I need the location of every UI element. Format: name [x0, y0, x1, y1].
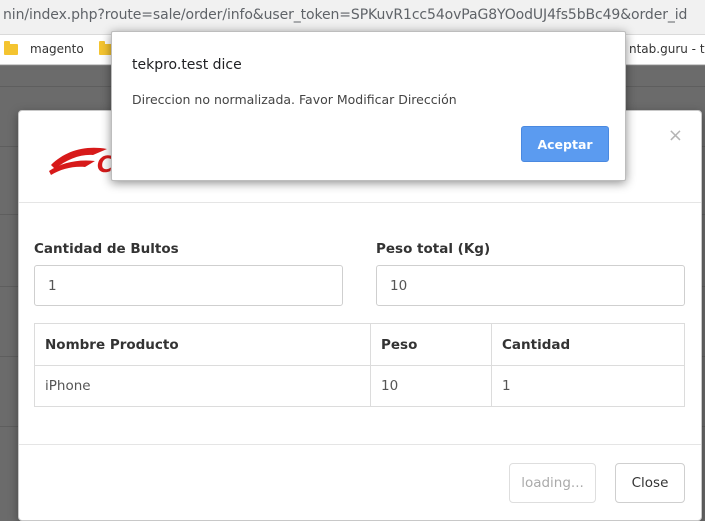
cell-product-name: iPhone — [34, 365, 371, 407]
close-button[interactable]: Close — [615, 463, 685, 503]
cell-cantidad: 1 — [491, 365, 685, 407]
header-nombre-producto: Nombre Producto — [34, 323, 371, 366]
peso-label: Peso total (Kg) — [376, 241, 491, 257]
accept-button[interactable]: Aceptar — [521, 126, 609, 162]
close-icon[interactable]: × — [668, 125, 683, 146]
table-row: iPhone 10 1 — [34, 365, 685, 407]
alert-message: Direccion no normalizada. Favor Modifica… — [132, 92, 457, 107]
bookmark-tab-guru[interactable]: ntab.guru - th — [629, 42, 705, 56]
folder-icon — [4, 41, 18, 55]
peso-input[interactable]: 10 — [376, 265, 685, 306]
header-peso: Peso — [370, 323, 492, 366]
products-table: Nombre Producto Peso Cantidad iPhone 10 … — [34, 323, 685, 407]
url-text[interactable]: nin/index.php?route=sale/order/info&user… — [3, 7, 687, 23]
bultos-input[interactable]: 1 — [34, 265, 343, 306]
table-header-row: Nombre Producto Peso Cantidad — [34, 323, 685, 366]
loading-button[interactable]: loading... — [509, 463, 596, 503]
bultos-label: Cantidad de Bultos — [34, 241, 179, 257]
alert-dialog: tekpro.test dice Direccion no normalizad… — [111, 31, 626, 181]
alert-title: tekpro.test dice — [132, 57, 242, 73]
header-cantidad: Cantidad — [491, 323, 685, 366]
address-bar[interactable]: nin/index.php?route=sale/order/info&user… — [0, 0, 705, 35]
cell-peso: 10 — [370, 365, 492, 407]
modal-footer: loading... Close — [19, 444, 701, 521]
bookmark-magento[interactable]: magento — [30, 42, 84, 56]
